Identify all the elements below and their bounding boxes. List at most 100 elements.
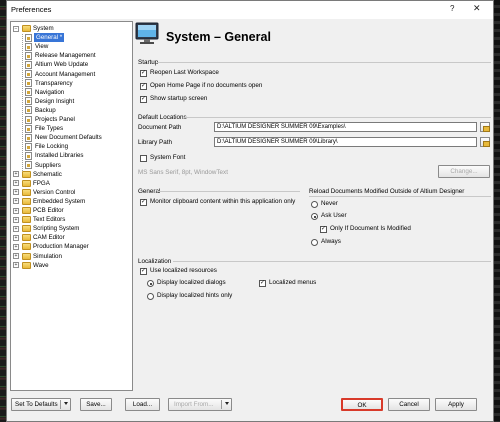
page-icon [25, 79, 32, 88]
load-button[interactable]: Load... [125, 398, 160, 411]
preferences-tree[interactable]: − System General * View Release Management Al… [10, 21, 133, 391]
general-separator [157, 191, 300, 192]
folder-icon [22, 179, 31, 187]
expand-icon[interactable]: + [13, 198, 19, 205]
tree-item-label: File Locking [35, 143, 69, 151]
reload-section-label: Reload Documents Modified Outside of Alt… [309, 188, 465, 195]
use-localized-resources-checkbox[interactable]: ✓ [140, 268, 147, 275]
tree-item-label: View [35, 43, 49, 51]
tree-item-label: Suppliers [35, 161, 61, 169]
set-to-defaults-divider [60, 400, 61, 409]
expand-icon[interactable]: + [13, 262, 19, 269]
monitor-clipboard-checkbox[interactable]: ✓ [140, 199, 147, 206]
folder-icon [22, 216, 31, 224]
tree-item[interactable]: + Scripting System [11, 224, 132, 233]
tree-item[interactable]: + PCB Editor [11, 206, 132, 215]
tree-item-label: CAM Editor [33, 234, 65, 242]
tree-item-label: Schematic [33, 170, 62, 178]
show-startup-screen-checkbox[interactable]: ✓ [140, 96, 147, 103]
tree-item-label: Altium Web Update [35, 61, 89, 69]
tree-item[interactable]: + Wave [11, 261, 132, 270]
folder-icon [22, 25, 31, 32]
tree-item[interactable]: Transparency [11, 79, 132, 88]
folder-icon [22, 197, 31, 205]
tree-item[interactable]: File Locking [11, 142, 132, 151]
display-localized-hints-label: Display localized hints only [157, 292, 233, 299]
library-path-browse-button[interactable] [480, 137, 490, 147]
tree-item[interactable]: View [11, 42, 132, 51]
tree-item[interactable]: Altium Web Update [11, 60, 132, 69]
expand-icon[interactable]: + [13, 207, 19, 214]
page-icon [25, 33, 32, 42]
display-localized-hints-radio[interactable] [147, 293, 154, 300]
reload-always-radio[interactable] [311, 239, 318, 246]
library-path-field[interactable]: D:\ALTIUM DESIGNER SUMMER 09\Library\ [214, 137, 477, 147]
tree-item[interactable]: Projects Panel [11, 115, 132, 124]
expand-icon[interactable]: + [13, 171, 19, 178]
page-icon [25, 97, 32, 106]
reload-never-label: Never [321, 200, 338, 207]
ok-button[interactable]: OK [341, 398, 383, 411]
tree-item-label: Scripting System [33, 225, 80, 233]
page-icon [25, 70, 32, 78]
document-path-field[interactable]: D:\ALTIUM DESIGNER SUMMER 09\Examples\ [214, 122, 477, 132]
set-to-defaults-button[interactable]: Set To Defaults [11, 398, 71, 411]
expand-icon[interactable]: + [13, 234, 19, 241]
only-if-modified-label: Only If Document Is Modified [330, 225, 411, 232]
system-font-checkbox[interactable] [140, 155, 147, 162]
tree-item[interactable]: + FPGA [11, 179, 132, 188]
import-from-label: Import From... [174, 401, 214, 408]
reopen-last-workspace-checkbox[interactable]: ✓ [140, 70, 147, 77]
open-home-page-checkbox[interactable]: ✓ [140, 83, 147, 90]
save-button[interactable]: Save... [80, 398, 112, 411]
tree-item[interactable]: Suppliers [11, 161, 132, 170]
tree-item[interactable]: + Schematic [11, 170, 132, 179]
document-path-browse-button[interactable] [480, 122, 490, 132]
close-button[interactable]: ✕ [473, 3, 481, 14]
collapse-icon[interactable]: − [13, 25, 19, 32]
import-from-button[interactable]: Import From... [168, 398, 232, 411]
tree-item[interactable]: + Text Editors [11, 215, 132, 224]
tree-item[interactable]: Installed Libraries [11, 151, 132, 160]
tree-item-label: PCB Editor [33, 207, 64, 214]
tree-item[interactable]: + CAM Editor [11, 233, 132, 242]
expand-icon[interactable]: + [13, 216, 19, 223]
tree-item[interactable]: Release Management [11, 51, 132, 60]
expand-icon[interactable]: + [13, 189, 19, 196]
tree-item-label: Account Management [35, 70, 96, 78]
system-font-label: System Font [150, 154, 186, 161]
expand-icon[interactable]: + [13, 253, 19, 259]
tree-item[interactable]: + Embedded System [11, 197, 132, 206]
tree-item[interactable]: Backup [11, 106, 132, 115]
apply-button[interactable]: Apply [435, 398, 477, 411]
tree-item[interactable]: + Production Manager [11, 242, 132, 251]
tree-item-label: FPGA [33, 179, 50, 187]
help-button[interactable]: ? [450, 4, 454, 13]
page-icon [25, 142, 32, 151]
expand-icon[interactable]: + [13, 243, 19, 250]
title-bar: Preferences ? ✕ [7, 1, 493, 19]
reload-ask-user-radio[interactable] [311, 213, 318, 220]
tree-item[interactable]: + Version Control [11, 188, 132, 197]
only-if-modified-checkbox[interactable]: ✓ [320, 226, 327, 233]
reload-ask-user-label: Ask User [321, 212, 347, 219]
tree-item[interactable]: General * [11, 33, 132, 43]
change-font-button[interactable]: Change... [438, 165, 490, 178]
reload-never-radio[interactable] [311, 201, 318, 208]
expand-icon[interactable]: + [13, 180, 19, 187]
tree-item[interactable]: Navigation [11, 88, 132, 97]
tree-item[interactable]: New Document Defaults [11, 133, 132, 142]
folder-icon [22, 188, 31, 196]
expand-icon[interactable]: + [13, 225, 19, 232]
tree-item[interactable]: − System [11, 24, 132, 33]
reload-always-label: Always [321, 238, 341, 245]
tree-item-label: Backup [35, 106, 56, 114]
tree-item[interactable]: Design Insight [11, 97, 132, 106]
tree-item[interactable]: File Types [11, 124, 132, 133]
localized-menus-checkbox[interactable]: ✓ [259, 280, 266, 287]
tree-item[interactable]: + Simulation [11, 252, 132, 261]
tree-item[interactable]: Account Management [11, 70, 132, 79]
cancel-button[interactable]: Cancel [388, 398, 430, 411]
display-localized-dialogs-radio[interactable] [147, 280, 154, 287]
localized-menus-label: Localized menus [269, 279, 317, 286]
